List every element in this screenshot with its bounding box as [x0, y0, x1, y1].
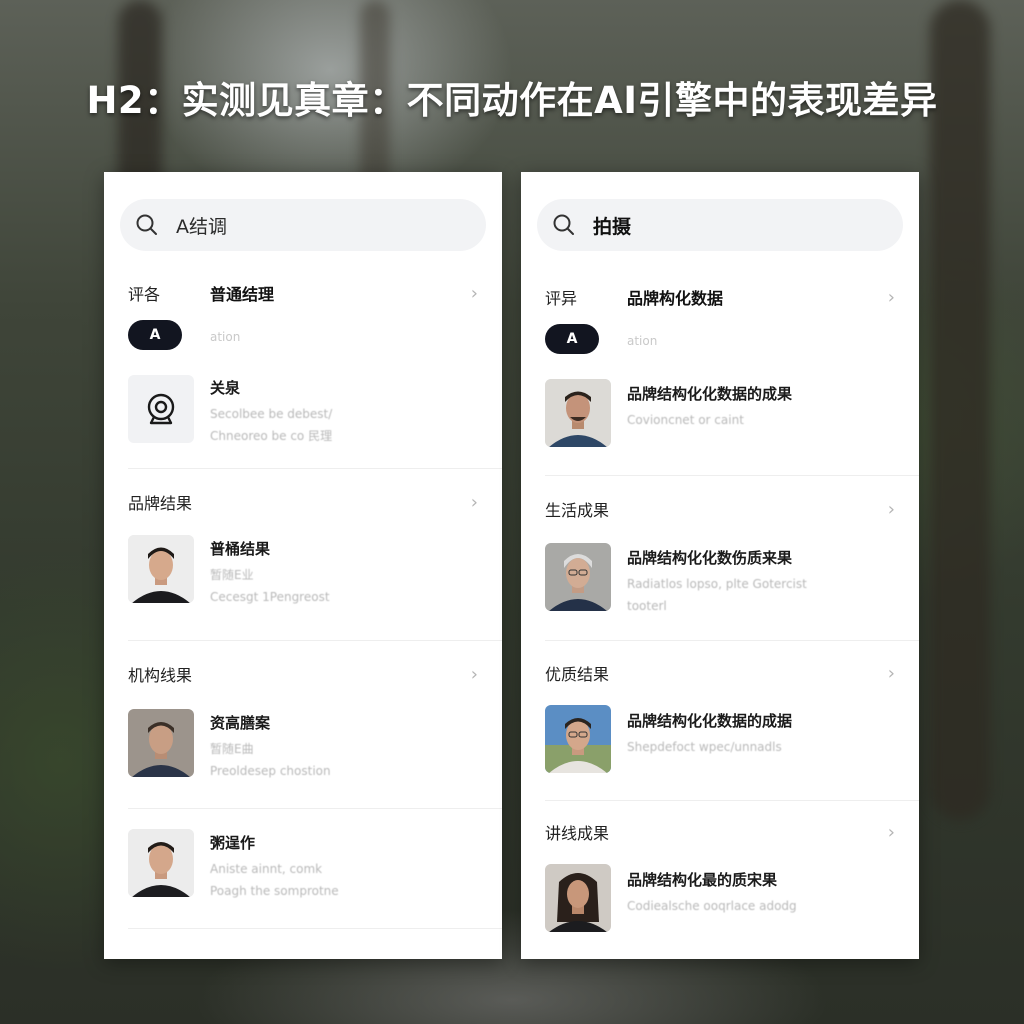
item-subtitle: Poagh the somprotne [210, 884, 339, 898]
search-bar[interactable]: A结调 [120, 199, 486, 251]
search-query: 拍摄 [593, 215, 632, 238]
avatar[interactable] [128, 709, 194, 777]
webcam-thumbnail[interactable] [128, 375, 194, 443]
result-badge[interactable]: A [128, 320, 182, 350]
divider [128, 468, 502, 469]
avatar[interactable] [545, 543, 611, 611]
item-title[interactable]: 粥逞作 [210, 832, 255, 853]
webcam-icon [147, 393, 175, 425]
item-subtitle: Aniste ainnt, comk [210, 862, 323, 876]
avatar[interactable] [128, 829, 194, 897]
section-title: 品牌构化数据 [627, 289, 724, 308]
chevron-right-icon[interactable]: › [471, 283, 478, 304]
left-results-panel: A结调 评各 普通结理 › A ation 关泉 Secolbee be deb… [104, 172, 502, 959]
divider [128, 808, 502, 809]
chevron-right-icon[interactable]: › [471, 664, 478, 685]
item-title[interactable]: 品牌结构化化数伤质来果 [627, 547, 792, 568]
item-subtitle: Shepdefoct wpec/unnadls [627, 740, 782, 754]
search-query: A结调 [176, 215, 227, 238]
divider [128, 640, 502, 641]
badge-caption: ation [627, 334, 658, 348]
section-label: 机构线果 [128, 666, 193, 685]
item-subtitle: tooterl [627, 599, 667, 613]
section-label: 品牌结果 [128, 494, 193, 513]
item-subtitle: 暂随E曲 [210, 742, 254, 756]
search-icon [136, 214, 157, 235]
avatar[interactable] [545, 379, 611, 447]
section-header[interactable]: 生活成果 › [545, 495, 895, 523]
chevron-right-icon[interactable]: › [471, 492, 478, 513]
item-subtitle: 暂随E业 [210, 568, 254, 582]
item-subtitle: Preoldesep chostion [210, 764, 331, 778]
section-label: 生活成果 [545, 501, 610, 520]
badge-caption: ation [210, 330, 241, 344]
item-subtitle: Covioncnet or caint [627, 413, 744, 427]
item-subtitle: Radiatlos lopso, plte Gotercist [627, 577, 807, 591]
right-results-panel: 拍摄 评异 品牌构化数据 › A ation 品牌结构化化数据的成果 Covio… [521, 172, 919, 959]
chevron-right-icon[interactable]: › [888, 499, 895, 520]
item-title[interactable]: 品牌结构化化数据的成果 [627, 383, 792, 404]
section-header[interactable]: 机构线果 › [128, 660, 478, 688]
item-title[interactable]: 普桶结果 [210, 538, 270, 559]
item-subtitle: Secolbee be debest/ [210, 407, 333, 421]
chevron-right-icon[interactable]: › [888, 822, 895, 843]
divider [128, 928, 502, 929]
item-title[interactable]: 关泉 [210, 377, 240, 398]
page-headline: H2：实测见真章：不同动作在AI引擎中的表现差异 [86, 79, 938, 122]
item-subtitle: Cecesgt 1Pengreost [210, 590, 330, 604]
section-label: 评各 [128, 285, 161, 304]
divider [545, 800, 919, 801]
section-label: 讲线成果 [545, 824, 610, 843]
search-bar[interactable]: 拍摄 [537, 199, 903, 251]
item-title[interactable]: 资高膳案 [210, 712, 270, 733]
item-subtitle: Chneoreo be co 民理 [210, 429, 333, 443]
section-header[interactable]: 优质结果 › [545, 659, 895, 687]
section-label: 评异 [545, 289, 578, 308]
avatar[interactable] [545, 864, 611, 932]
search-icon [553, 214, 574, 235]
section-header[interactable]: 品牌结果 › [128, 488, 478, 516]
section-header[interactable]: 评异 品牌构化数据 › [545, 283, 895, 311]
avatar[interactable] [545, 705, 611, 773]
avatar[interactable] [128, 535, 194, 603]
divider [545, 475, 919, 476]
item-title[interactable]: 品牌结构化化数据的成据 [627, 710, 792, 731]
section-label: 优质结果 [545, 665, 610, 684]
section-title: 普通结理 [210, 285, 275, 304]
chevron-right-icon[interactable]: › [888, 287, 895, 308]
result-badge[interactable]: A [545, 324, 599, 354]
item-subtitle: Codiealsche ooqrlace adodg [627, 899, 797, 913]
section-header[interactable]: 评各 普通结理 › [128, 279, 478, 307]
item-title[interactable]: 品牌结构化最的质宋果 [627, 869, 777, 890]
divider [545, 640, 919, 641]
chevron-right-icon[interactable]: › [888, 663, 895, 684]
section-header[interactable]: 讲线成果 › [545, 818, 895, 846]
